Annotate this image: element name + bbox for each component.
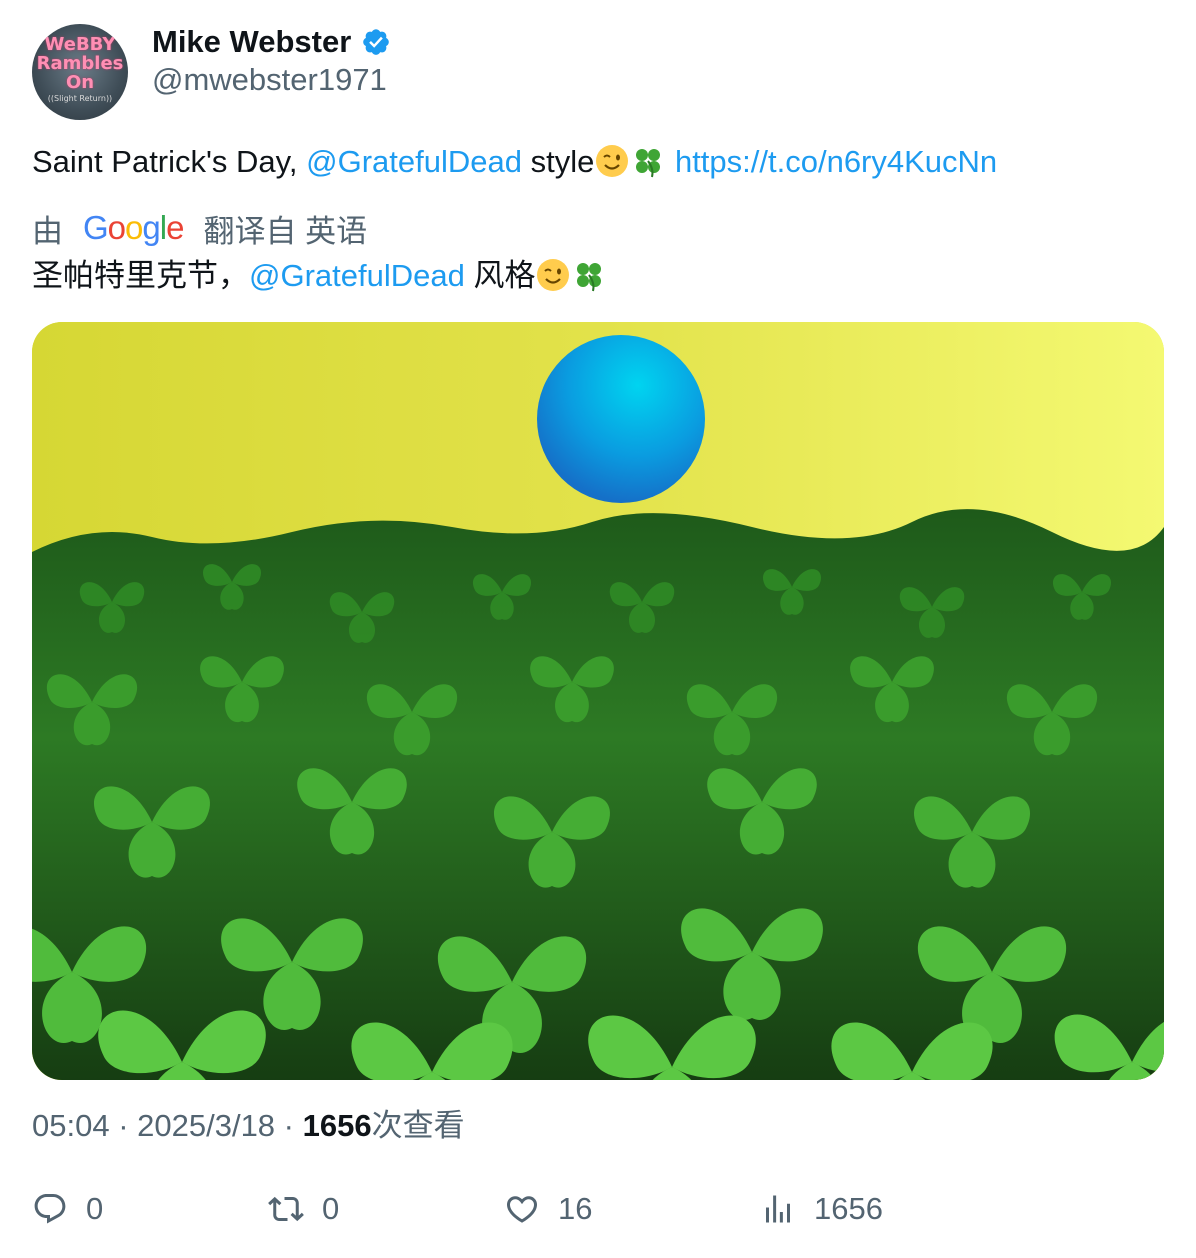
avatar-text-line: On	[65, 72, 95, 93]
reply-icon	[34, 1194, 66, 1224]
views-button[interactable]: 1656	[760, 1184, 883, 1234]
verified-badge-icon[interactable]	[361, 27, 391, 57]
translated-mention-link[interactable]: @GratefulDead	[249, 258, 465, 293]
reply-count: 0	[86, 1191, 104, 1226]
tweet: WeBBY Rambles On ((Slight Return)) Mike …	[0, 0, 1196, 1258]
meta-separator: ·	[275, 1108, 303, 1143]
translated-tweet-text: 圣帕特里克节，@GratefulDead 风格	[32, 254, 607, 298]
retweet-icon	[268, 1196, 304, 1222]
tweet-meta: 05:04 · 2025/3/18 · 1656次查看	[32, 1100, 465, 1145]
like-count: 16	[558, 1191, 593, 1226]
tweet-text-prefix: Saint Patrick's Day,	[32, 144, 307, 179]
bar-chart-icon	[766, 1195, 790, 1223]
clover-field-image	[32, 322, 1164, 1080]
translated-text-suffix: 风格	[464, 258, 536, 293]
views-count: 1656	[302, 1108, 372, 1143]
four-leaf-clover-emoji-icon	[630, 143, 666, 179]
winking-face-emoji-icon	[594, 143, 630, 179]
tweet-time[interactable]: 05:04	[32, 1108, 110, 1143]
winking-face-emoji-icon	[535, 257, 571, 293]
translated-by-label: 由	[32, 213, 63, 249]
author-name-row: Mike Webster	[152, 22, 391, 62]
four-leaf-clover-emoji-icon	[571, 257, 607, 293]
author-display-name[interactable]: Mike Webster	[152, 24, 351, 60]
translated-text-prefix: 圣帕特里克节，	[32, 258, 249, 293]
translation-attribution: 由 Google 翻译自 英语	[32, 206, 367, 250]
reply-button[interactable]: 0	[32, 1184, 103, 1234]
tweet-date[interactable]: 2025/3/18	[137, 1108, 275, 1143]
tweet-url-link[interactable]: https://t.co/n6ry4KucNn	[675, 144, 997, 179]
author-handle[interactable]: @mwebster1971	[152, 62, 387, 98]
avatar-text-line: Rambles	[36, 53, 124, 74]
tweet-text-middle: style	[521, 144, 595, 179]
views-label: 次查看	[371, 1108, 465, 1143]
like-button[interactable]: 16	[504, 1184, 592, 1234]
retweet-button[interactable]: 0	[268, 1184, 339, 1234]
retweet-count: 0	[322, 1191, 340, 1226]
heart-icon	[506, 1196, 538, 1223]
action-bar: 0 0 16 1656	[32, 1184, 1164, 1234]
tweet-media-image[interactable]	[32, 322, 1164, 1080]
views-action-count: 1656	[814, 1191, 883, 1226]
mention-link[interactable]: @GratefulDead	[306, 144, 522, 179]
tweet-text: Saint Patrick's Day, @GratefulDead style…	[32, 140, 997, 184]
avatar-text-line: WeBBY	[44, 34, 116, 55]
avatar[interactable]: WeBBY Rambles On ((Slight Return))	[32, 24, 128, 120]
avatar-text-line: ((Slight Return))	[47, 94, 113, 103]
meta-separator: ·	[109, 1108, 138, 1143]
translated-from-label: 翻译自 英语	[203, 213, 368, 249]
google-logo-icon: Google	[83, 209, 184, 246]
